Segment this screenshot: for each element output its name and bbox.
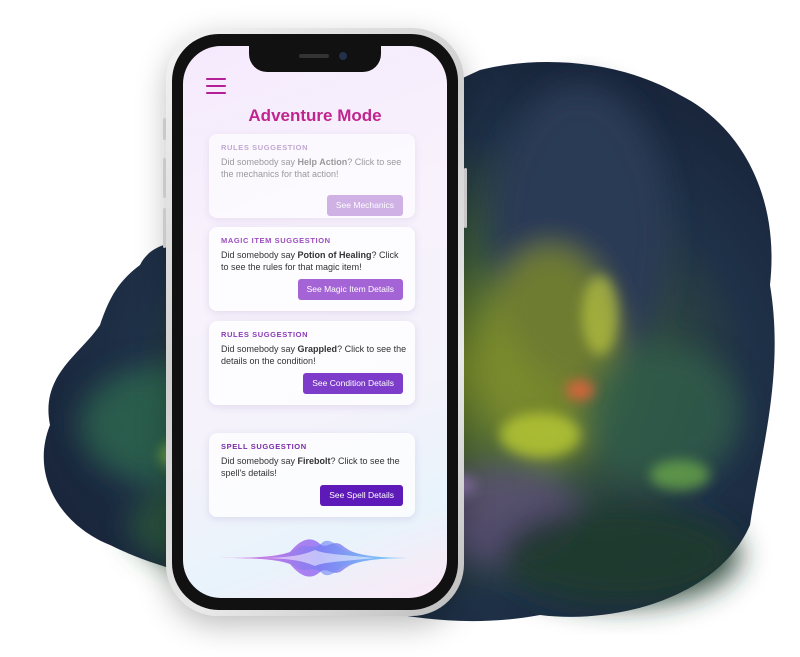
phone-volume-up: [163, 158, 166, 198]
suggestion-card: SPELL SUGGESTION Did somebody say Firebo…: [209, 433, 415, 517]
voice-waveform-icon[interactable]: [215, 530, 415, 586]
phone-silent-switch: [163, 118, 166, 140]
suggestion-card: RULES SUGGESTION Did somebody say Help A…: [209, 134, 415, 218]
app-screen: Adventure Mode RULES SUGGESTION Did some…: [183, 46, 447, 598]
phone-mockup: Adventure Mode RULES SUGGESTION Did some…: [163, 28, 467, 616]
card-keyword: Grappled: [297, 344, 338, 354]
see-mechanics-button[interactable]: See Mechanics: [326, 195, 403, 216]
hamburger-menu-icon[interactable]: [206, 78, 226, 94]
card-label: MAGIC ITEM SUGGESTION: [221, 236, 331, 245]
card-label: RULES SUGGESTION: [221, 330, 309, 339]
card-text: Did somebody say Potion of Healing? Clic…: [221, 250, 399, 272]
card-label: SPELL SUGGESTION: [221, 442, 307, 451]
see-condition-details-button[interactable]: See Condition Details: [303, 373, 403, 394]
suggestion-card: RULES SUGGESTION Did somebody say Grappl…: [209, 321, 415, 405]
phone-side-button: [464, 168, 467, 228]
phone-notch: [249, 46, 381, 72]
card-text: Did somebody say Grappled? Click to see …: [221, 344, 407, 366]
card-text: Did somebody say Help Action? Click to s…: [221, 157, 402, 179]
card-text: Did somebody say Firebolt? Click to see …: [221, 456, 400, 478]
card-label: RULES SUGGESTION: [221, 143, 309, 152]
speaker-grille: [299, 54, 329, 58]
suggestion-card: MAGIC ITEM SUGGESTION Did somebody say P…: [209, 227, 415, 311]
front-camera: [339, 52, 347, 60]
page-title: Adventure Mode: [248, 106, 382, 125]
card-keyword: Potion of Healing: [297, 250, 372, 260]
see-spell-details-button[interactable]: See Spell Details: [320, 485, 403, 506]
phone-volume-down: [163, 208, 166, 248]
card-keyword: Help Action: [297, 157, 348, 167]
see-magic-item-details-button[interactable]: See Magic Item Details: [297, 279, 403, 300]
card-keyword: Firebolt: [297, 456, 331, 466]
